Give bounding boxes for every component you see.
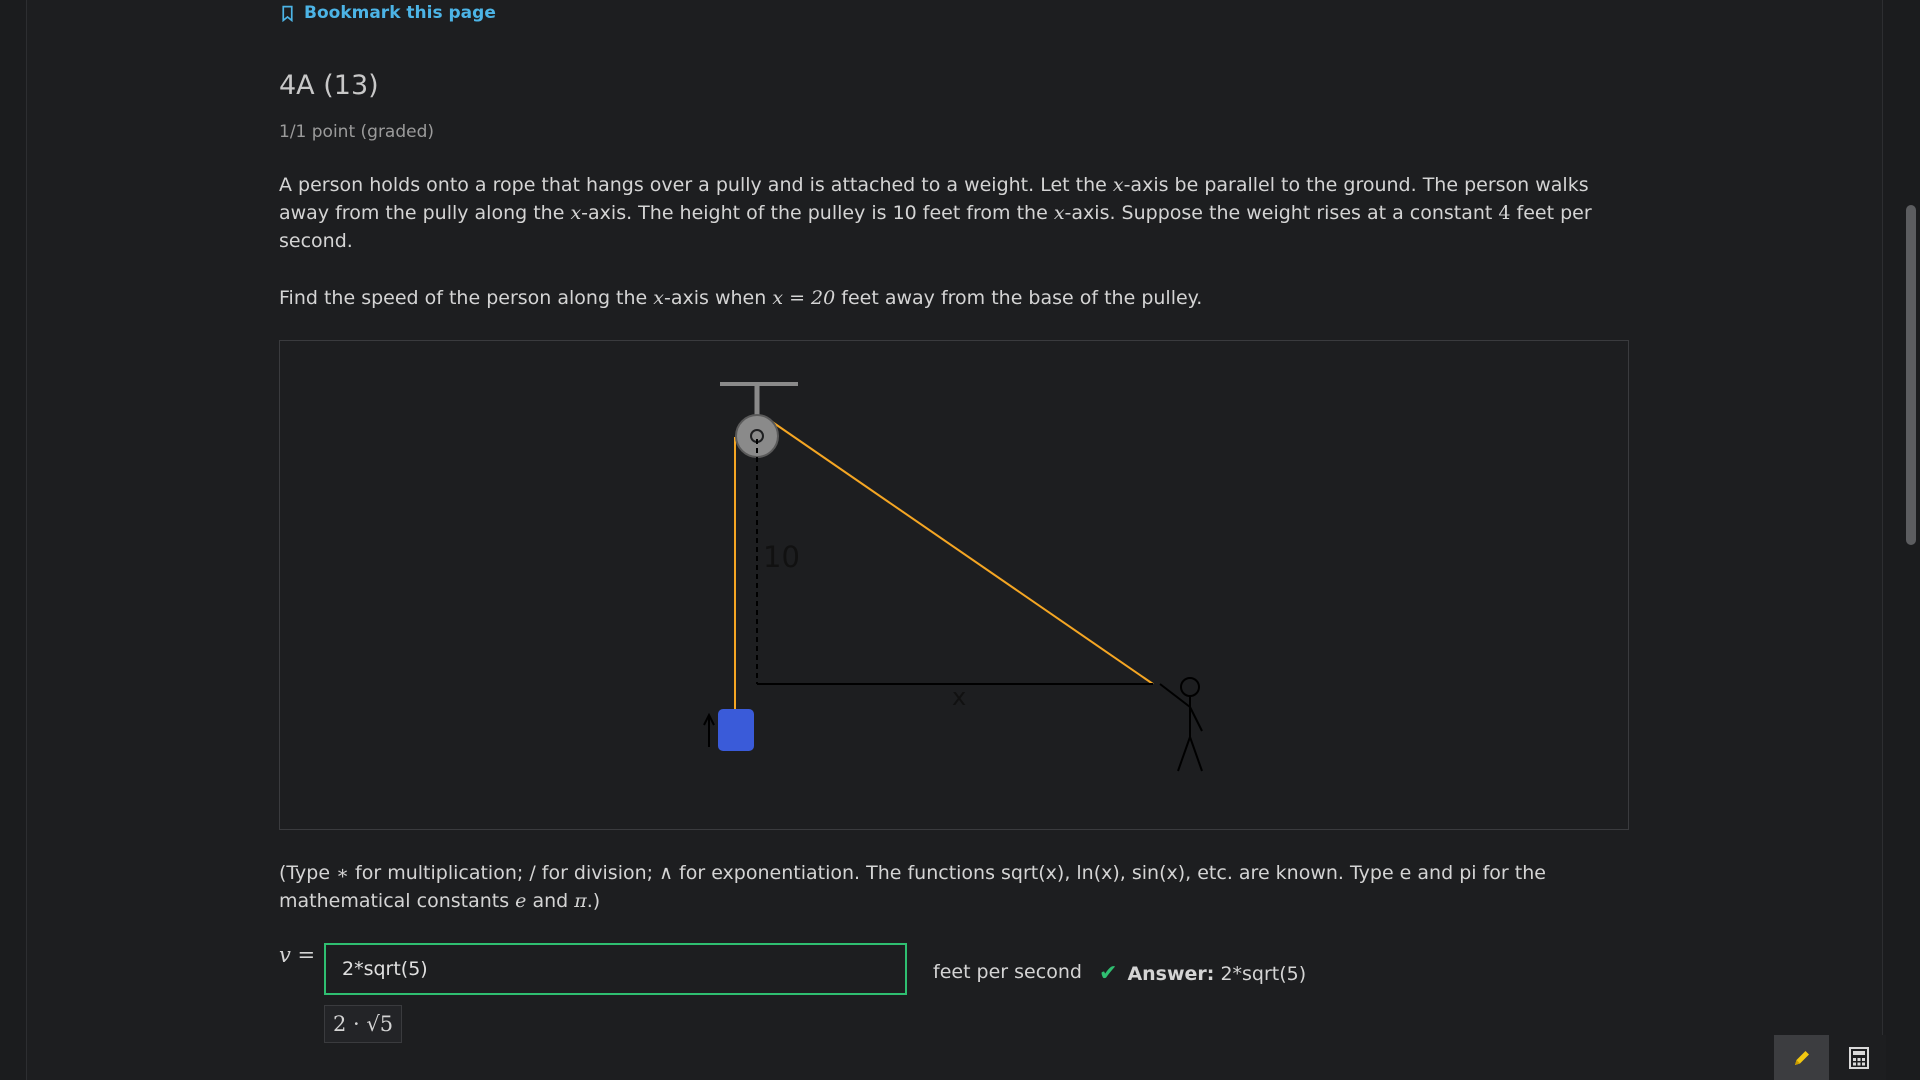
answer-variable-label: v = — [279, 943, 316, 967]
weight-block — [718, 709, 754, 751]
bookmark-icon — [282, 5, 293, 22]
question-text: -axis when — [664, 287, 773, 309]
problem-question: Find the speed of the person along the x… — [279, 284, 1619, 312]
math-x: x — [1112, 174, 1124, 196]
calculator-button[interactable] — [1831, 1035, 1886, 1080]
status-label: Answer: — [1127, 962, 1215, 985]
scrollbar-thumb[interactable] — [1906, 205, 1916, 545]
pulley-diagram: 10 x — [279, 340, 1629, 830]
math-e: e — [515, 890, 527, 912]
math-pi: π — [574, 890, 587, 912]
problem-statement: A person holds onto a rope that hangs ov… — [279, 171, 1619, 255]
input-instructions: (Type ∗ for multiplication; / for divisi… — [279, 859, 1619, 915]
instruction-text: (Type — [279, 862, 337, 884]
answer-status: ✔ Answer: 2*sqrt(5) — [1099, 961, 1306, 986]
stick-person — [1159, 677, 1203, 772]
pulley-figure: 10 x — [703, 382, 1203, 772]
problem-title: 4A (13) — [279, 70, 379, 101]
x-label: x — [952, 683, 966, 711]
instruction-text: .) — [586, 890, 601, 912]
bookmark-label: Bookmark this page — [304, 3, 496, 23]
rope-diagonal — [767, 418, 1154, 685]
answer-row: v = feet per second ✔ Answer: 2*sqrt(5) … — [279, 943, 1619, 1043]
question-text: feet away from the base of the pulley. — [835, 287, 1203, 309]
statement-text: A person holds onto a rope that hangs ov… — [279, 174, 1113, 196]
math-star: ∗ — [336, 862, 350, 884]
math-x: x — [570, 202, 582, 224]
instruction-text: for multiplication; / for division; — [349, 862, 660, 884]
status-value: 2*sqrt(5) — [1220, 962, 1307, 985]
answer-preview: 2 · √5 — [324, 1005, 403, 1043]
math-rate: 4 — [1498, 202, 1511, 224]
instruction-text: and — [526, 890, 575, 912]
answer-units: feet per second — [933, 961, 1082, 983]
question-text: Find the speed of the person along the — [279, 287, 654, 309]
calculator-icon — [1848, 1046, 1869, 1069]
pencil-icon — [1794, 1050, 1809, 1065]
bookmark-link[interactable]: Bookmark this page — [279, 3, 496, 23]
height-label: 10 — [763, 540, 800, 574]
check-icon: ✔ — [1099, 961, 1118, 986]
answer-input[interactable] — [324, 943, 907, 995]
notes-button[interactable] — [1774, 1035, 1829, 1080]
grading-status: 1/1 point (graded) — [279, 122, 435, 142]
math-caret: ∧ — [659, 862, 673, 884]
statement-text: -axis. The height of the pulley is 10 fe… — [581, 202, 1054, 224]
math-x: x — [1053, 202, 1065, 224]
scrollbar[interactable] — [1884, 0, 1920, 1080]
statement-text: -axis. Suppose the weight rises at a con… — [1064, 202, 1499, 224]
math-equation: x = 20 — [772, 287, 836, 309]
math-x: x — [653, 287, 664, 309]
